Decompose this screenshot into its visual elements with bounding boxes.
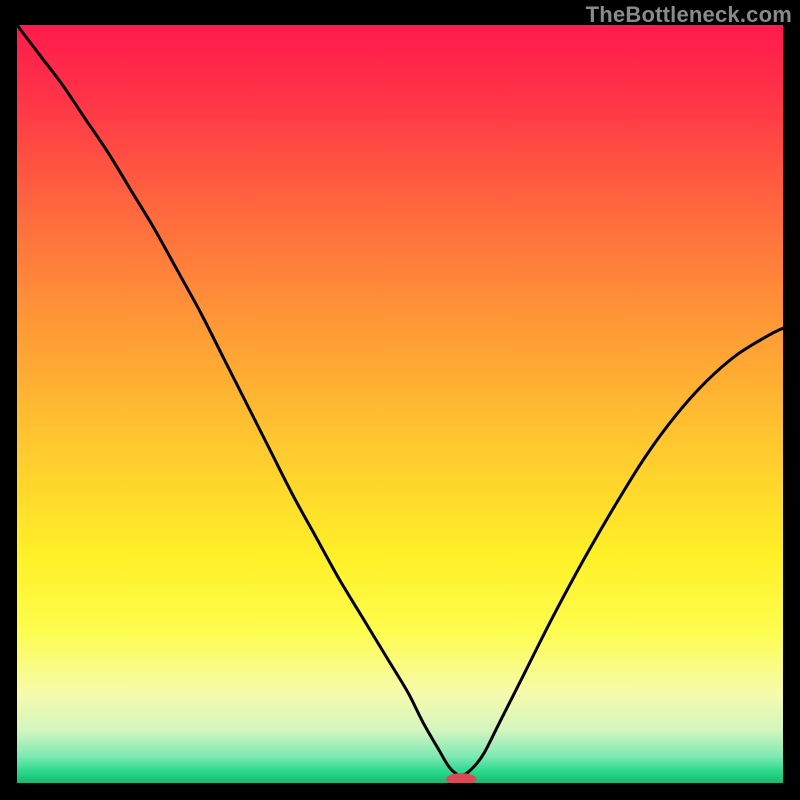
chart-svg (17, 25, 783, 783)
chart-frame: TheBottleneck.com (0, 0, 800, 800)
gradient-background (17, 25, 783, 783)
plot-area (17, 25, 783, 783)
